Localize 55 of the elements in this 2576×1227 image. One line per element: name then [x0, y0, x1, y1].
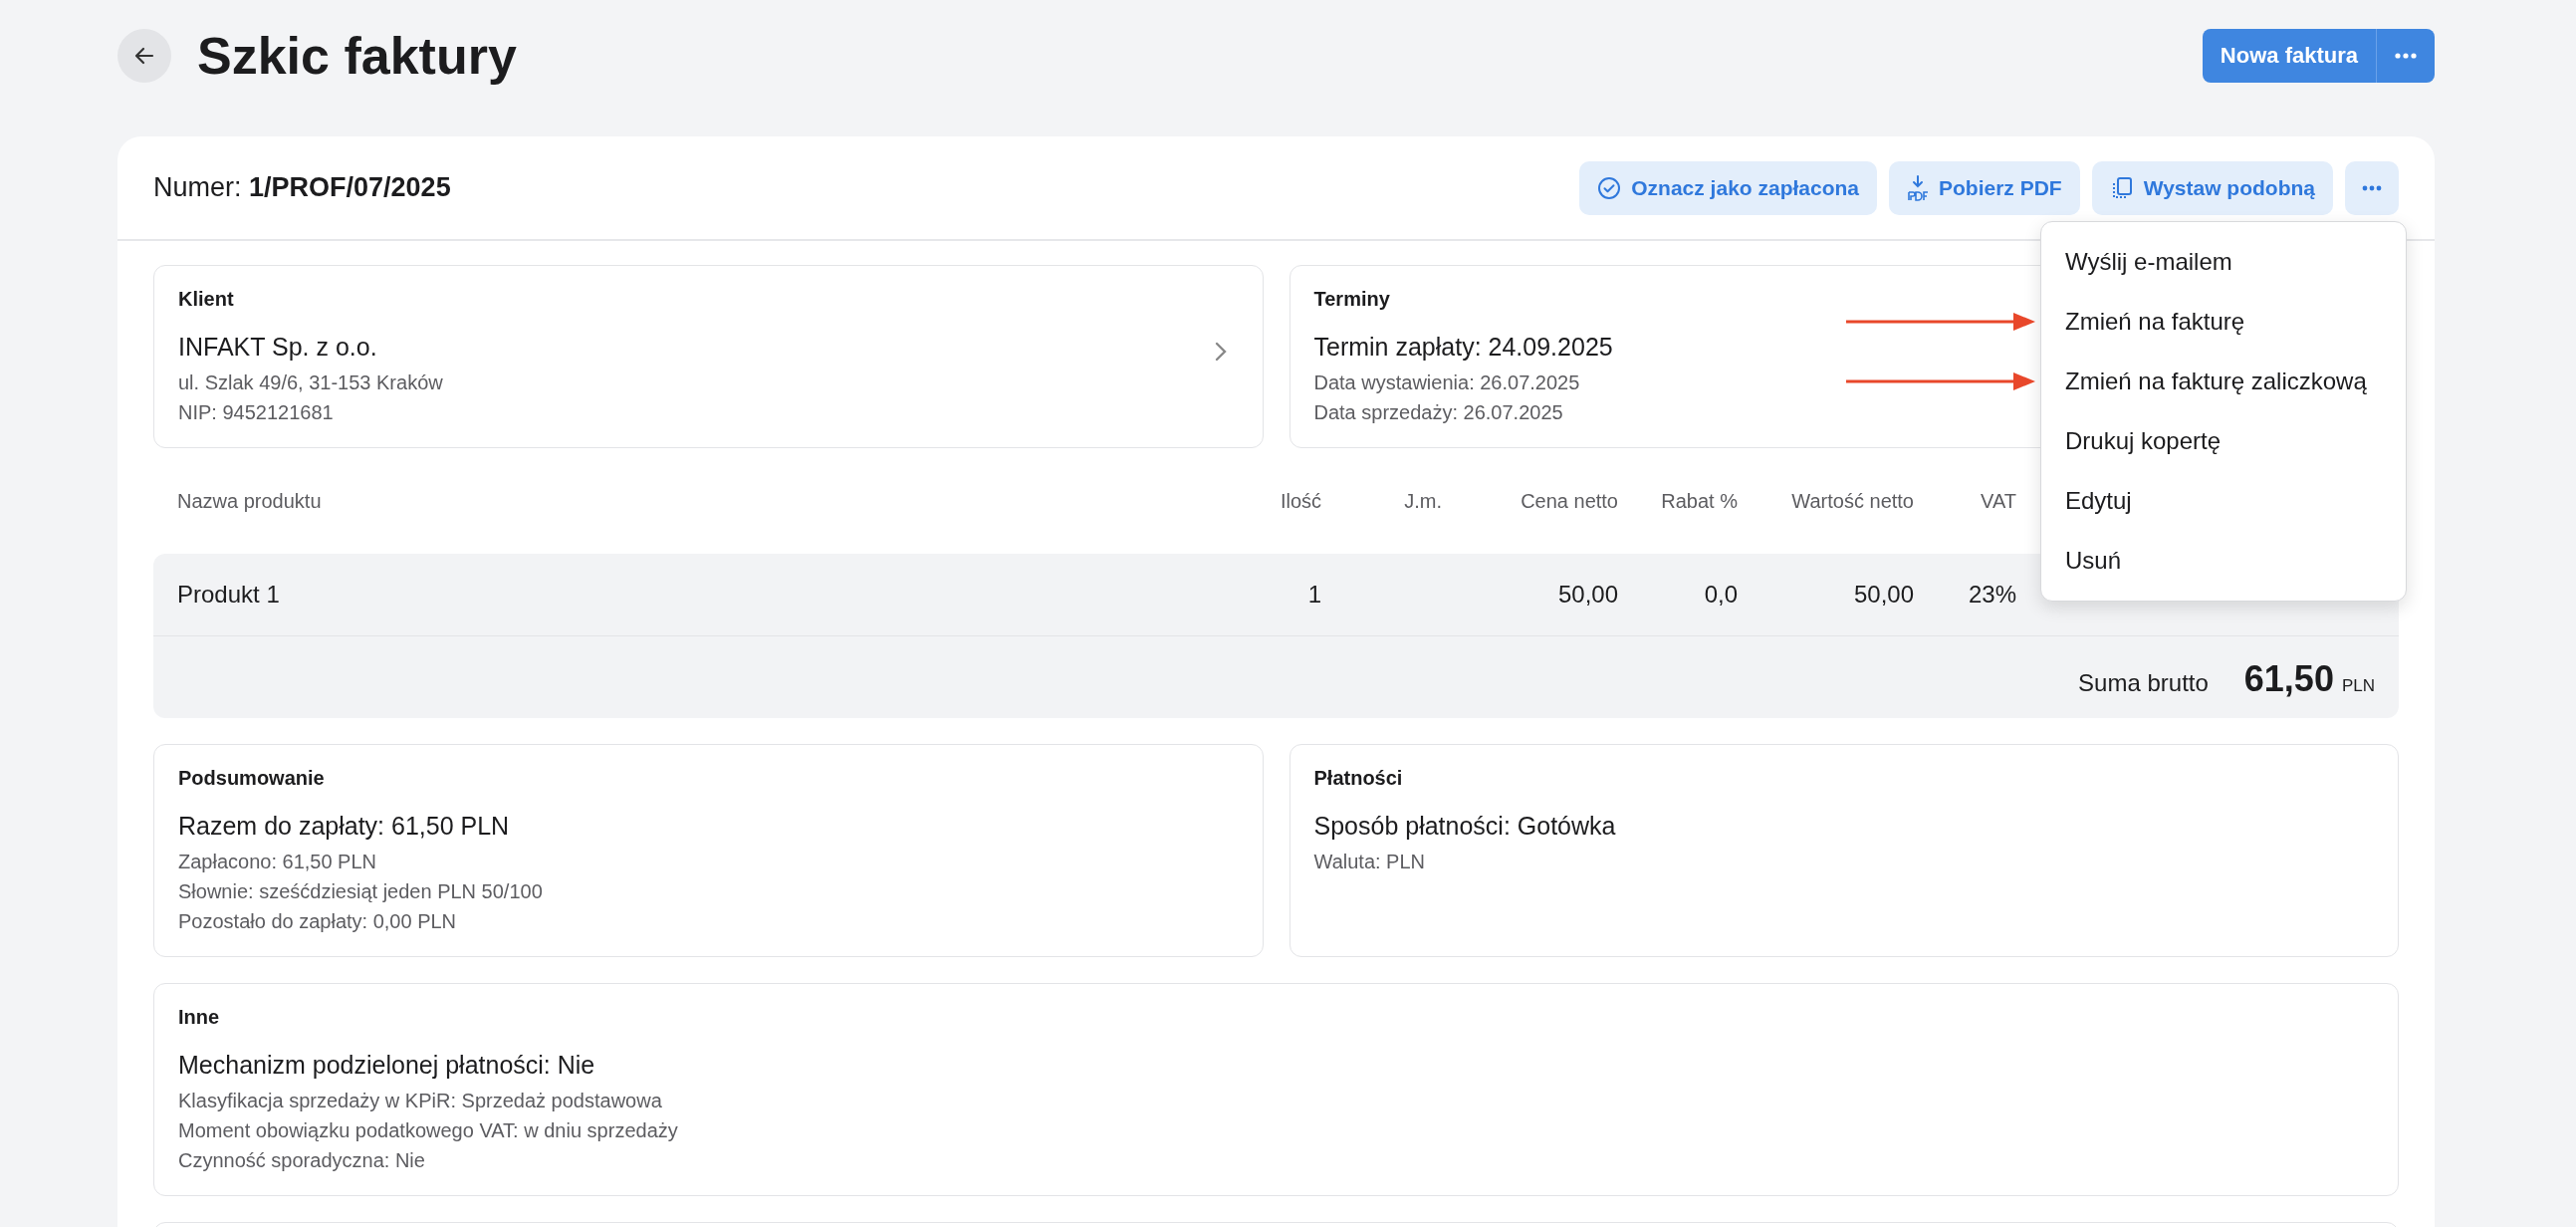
card-main-text: INFAKT Sp. z o.o. — [178, 333, 377, 362]
card-detail: Słownie: sześćdziesiąt jeden PLN 50/100 — [178, 879, 543, 904]
column-header: VAT — [1980, 489, 2016, 513]
card-title: Klient — [178, 288, 234, 311]
column-header: Rabat % — [1660, 489, 1738, 513]
card-main-text: Sposób płatności: Gotówka — [1313, 812, 1616, 841]
menu-item[interactable]: Usuń — [2041, 531, 2406, 591]
card-main-text: Termin zapłaty: 24.09.2025 — [1313, 333, 1613, 362]
table-cell-text: 0,0 — [1703, 581, 1738, 609]
menu-item[interactable]: Zmień na fakturę — [2041, 292, 2406, 352]
card-main-text: Razem do zapłaty: 61,50 PLN — [178, 812, 510, 841]
card-detail: ul. Szlak 49/6, 31-153 Kraków — [178, 370, 443, 395]
column-header: Cena netto — [1520, 489, 1618, 513]
total-label: Suma brutto — [2078, 669, 2209, 697]
column-header: J.m. — [1403, 489, 1442, 513]
menu-item[interactable]: Zmień na fakturę zaliczkową — [2041, 352, 2406, 411]
column-header: Wartość netto — [1790, 489, 1914, 513]
table-cell-text: Produkt 1 — [177, 581, 281, 609]
chevron-right-icon[interactable] — [1214, 342, 1227, 362]
menu-item[interactable]: Wyślij e-mailem — [2041, 232, 2406, 292]
column-header: Ilość — [1279, 489, 1321, 513]
card-detail: NIP: 9452121681 — [178, 400, 334, 425]
invoice-number: Numer: 1/PROF/07/2025 — [153, 172, 451, 203]
card-detail: Waluta: PLN — [1313, 850, 1426, 874]
table-cell-text: 1 — [1306, 581, 1321, 609]
action-button[interactable]: Wystaw podobną — [2091, 160, 2333, 215]
card-detail: Zapłacono: 61,50 PLN — [178, 850, 377, 874]
card-title: Terminy — [1313, 288, 1390, 311]
more-icon — [2362, 184, 2382, 191]
more-options-button[interactable] — [2376, 29, 2435, 83]
action-button[interactable]: Oznacz jako zapłacona — [1579, 160, 1877, 215]
card-detail: Data sprzedaży: 26.07.2025 — [1313, 400, 1563, 425]
new-invoice-button[interactable]: Nowa faktura — [2202, 29, 2376, 83]
card-detail: Moment obowiązku podatkowego VAT: w dniu sprzedaży — [178, 1118, 678, 1143]
card-detail: Klasyfikacja sprzedaży w KPiR: Sprzedaż podstawowa — [178, 1089, 662, 1113]
action-button[interactable]: Pobierz PDF — [1889, 160, 2080, 215]
card-title: Podsumowanie — [178, 767, 325, 790]
total-value: 61,50 — [2243, 658, 2334, 700]
pdf-download-icon — [1907, 174, 1929, 201]
currency-label: PLN — [2341, 676, 2375, 696]
card-detail: Czynność sporadyczna: Nie — [178, 1148, 425, 1173]
card-detail: Data wystawienia: 26.07.2025 — [1313, 370, 1580, 395]
table-cell-text: 50,00 — [1556, 581, 1618, 609]
menu-item[interactable]: Drukuj kopertę — [2041, 411, 2406, 471]
column-header: Nazwa produktu — [177, 489, 323, 513]
card-title: Płatności — [1313, 767, 1403, 790]
more-icon — [2395, 53, 2417, 59]
page-title: Szkic faktury — [197, 26, 518, 86]
check-circle-icon — [1597, 175, 1622, 200]
card-main-text: Mechanizm podzielonej płatności: Nie — [178, 1051, 595, 1080]
card-detail: Pozostało do zapłaty: 0,00 PLN — [178, 909, 457, 934]
card-title: Inne — [178, 1006, 220, 1029]
menu-item[interactable]: Edytuj — [2041, 471, 2406, 531]
table-cell-text: 50,00 — [1852, 581, 1914, 609]
table-cell-text: 23% — [1967, 581, 2016, 609]
